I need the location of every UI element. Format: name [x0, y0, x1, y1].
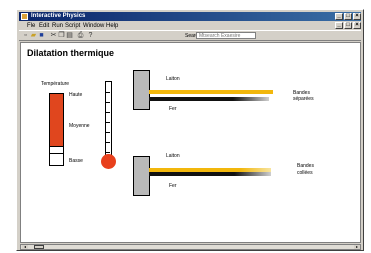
top-caption-line2: séparées — [293, 96, 314, 102]
top-iron-label: Fer — [169, 106, 177, 112]
bottom-clamp — [133, 156, 150, 196]
menu-run[interactable]: Run — [52, 22, 63, 30]
thermometer-tick — [106, 122, 110, 123]
print-icon[interactable]: ⎙ — [77, 32, 84, 39]
gauge-divider — [50, 146, 63, 147]
thermometer-bulb — [101, 154, 116, 169]
thermometer-tick — [106, 142, 110, 143]
open-icon[interactable]: ▰ — [30, 32, 37, 39]
menu-window[interactable]: Window — [83, 22, 104, 30]
cut-icon[interactable]: ✂ — [50, 32, 57, 39]
bottom-iron-strip — [149, 172, 271, 176]
menu-script[interactable]: Script — [65, 22, 80, 30]
search-input[interactable] — [196, 32, 256, 39]
thermometer-tick — [106, 102, 110, 103]
app-icon — [21, 13, 28, 20]
maximize-icon[interactable]: □ — [344, 13, 352, 20]
toolbar: ▫ ▰ ■ ✂ ❐ ▤ ⎙ ? Search — [19, 30, 361, 41]
save-icon[interactable]: ■ — [38, 32, 45, 39]
copy-icon[interactable]: ❐ — [58, 32, 65, 39]
scroll-right-icon[interactable]: ▸ — [354, 245, 360, 249]
bottom-iron-label: Fer — [169, 183, 177, 189]
menu-help[interactable]: Help — [106, 22, 118, 30]
thermometer — [105, 81, 112, 156]
temperature-selector[interactable] — [49, 93, 64, 166]
bottom-caption-line2: collées — [297, 170, 313, 176]
scroll-thumb[interactable] — [34, 245, 44, 249]
level-medium-label: Moyenne — [69, 123, 90, 129]
thermometer-tick — [106, 92, 110, 93]
menu-file[interactable]: Fle — [27, 22, 35, 30]
new-icon[interactable]: ▫ — [22, 32, 29, 39]
gauge-divider — [50, 153, 63, 154]
horizontal-scrollbar[interactable]: ◂ ▸ — [20, 244, 361, 250]
close-icon[interactable]: × — [353, 13, 361, 20]
temperature-label: Température — [41, 81, 70, 87]
app-window: Interactive Physics _ □ × Fle Edit Run S… — [16, 9, 364, 251]
level-high-label: Haute — [69, 92, 83, 98]
doc-close-icon[interactable]: × — [353, 22, 361, 29]
temperature-fill — [50, 94, 63, 148]
help-icon[interactable]: ? — [87, 32, 94, 39]
bottom-brass-label: Laiton — [166, 153, 180, 159]
top-iron-strip — [149, 97, 269, 101]
thermometer-tick — [106, 132, 110, 133]
menu-edit[interactable]: Edit — [39, 22, 49, 30]
top-clamp — [133, 70, 150, 110]
minimize-icon[interactable]: _ — [335, 13, 343, 20]
page-title: Dilatation thermique — [27, 48, 115, 58]
bottom-caption-line1: Bandes — [297, 163, 314, 169]
scroll-left-icon[interactable]: ◂ — [22, 245, 28, 249]
doc-maximize-icon[interactable]: □ — [344, 22, 352, 29]
thermometer-tick — [106, 152, 110, 153]
doc-minimize-icon[interactable]: _ — [335, 22, 343, 29]
simulation-canvas: Dilatation thermique Température Haute M… — [20, 42, 361, 243]
level-low-label: Basse — [69, 158, 83, 164]
window-title: Interactive Physics — [31, 13, 86, 19]
top-brass-label: Laiton — [166, 76, 180, 82]
title-bar[interactable]: Interactive Physics _ □ × — [19, 12, 361, 21]
menu-bar: Fle Edit Run Script Window Help _ □ × — [19, 22, 361, 30]
top-brass-strip — [149, 90, 273, 94]
paste-icon[interactable]: ▤ — [66, 32, 73, 39]
thermometer-tick — [106, 112, 110, 113]
